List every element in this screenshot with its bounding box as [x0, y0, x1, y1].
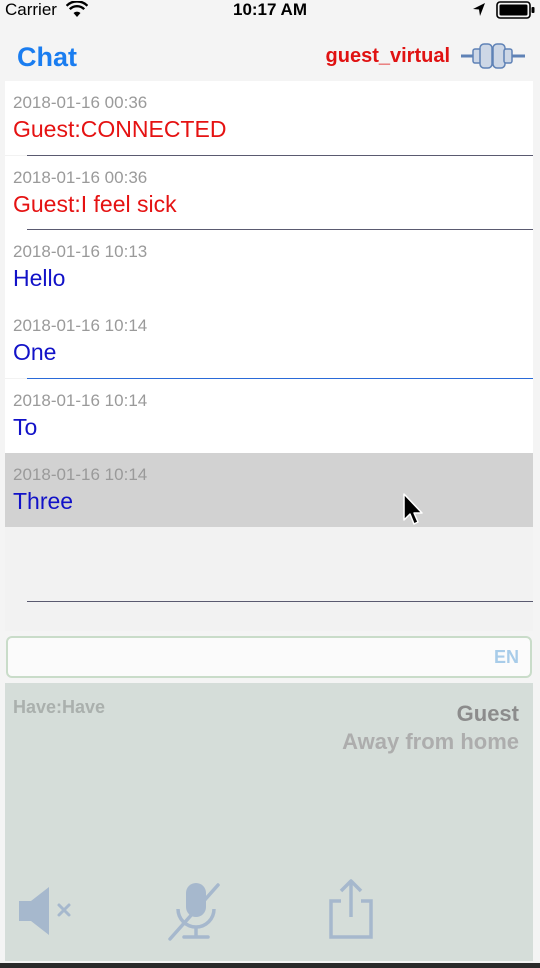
battery-icon [496, 1, 535, 19]
clock: 10:17 AM [232, 0, 307, 19]
message-timestamp: 2018-01-16 10:14 [13, 391, 148, 410]
language-button[interactable]: EN [494, 647, 519, 668]
speaker-muted-icon[interactable] [15, 879, 79, 943]
chat-message-row-selected[interactable]: 2018-01-16 10:14 Three [5, 453, 533, 527]
chat-message-row[interactable]: 2018-01-16 10:14 To [5, 379, 533, 453]
message-timestamp: 2018-01-16 00:36 [13, 168, 148, 187]
message-text: Guest:I feel sick [13, 191, 177, 217]
message-input[interactable]: EN [6, 636, 532, 678]
message-text: Hello [13, 265, 66, 291]
plug-icon[interactable] [460, 40, 526, 72]
message-timestamp: 2018-01-16 10:14 [13, 316, 148, 335]
row-divider [27, 601, 533, 602]
presence-status: Have:Have [13, 697, 106, 717]
chat-list[interactable]: 2018-01-16 00:36 Guest:CONNECTED 2018-01… [5, 81, 533, 631]
share-icon[interactable] [319, 877, 383, 941]
microphone-off-icon[interactable] [164, 879, 228, 943]
chat-message-row[interactable]: 2018-01-16 10:14 One [5, 304, 533, 378]
chat-message-row[interactable]: 2018-01-16 00:36 Guest:CONNECTED [5, 81, 533, 155]
contact-panel: Have:Have Guest Away from home [5, 683, 533, 961]
mouse-cursor-icon [403, 493, 423, 525]
message-timestamp: 2018-01-16 00:36 [13, 93, 148, 112]
peer-name: Guest [456, 701, 519, 726]
chat-message-row[interactable]: 2018-01-16 00:36 Guest:I feel sick [5, 156, 533, 230]
bottom-edge [0, 963, 540, 968]
message-text: To [13, 414, 38, 440]
user-name: guest_virtual [325, 45, 450, 67]
peer-status: Away from home [342, 729, 519, 754]
message-timestamp: 2018-01-16 10:13 [13, 242, 148, 261]
message-text: One [13, 339, 57, 365]
message-text: Guest:CONNECTED [13, 116, 227, 142]
page-title: Chat [17, 42, 77, 72]
nav-bar: Chat guest_virtual [0, 20, 540, 80]
chat-message-row[interactable]: 2018-01-16 10:13 Hello [5, 230, 533, 304]
status-bar: Carrier 10:17 AM [0, 0, 540, 20]
location-arrow-icon [473, 3, 485, 16]
message-timestamp: 2018-01-16 10:14 [13, 465, 148, 484]
message-text: Three [13, 488, 74, 514]
